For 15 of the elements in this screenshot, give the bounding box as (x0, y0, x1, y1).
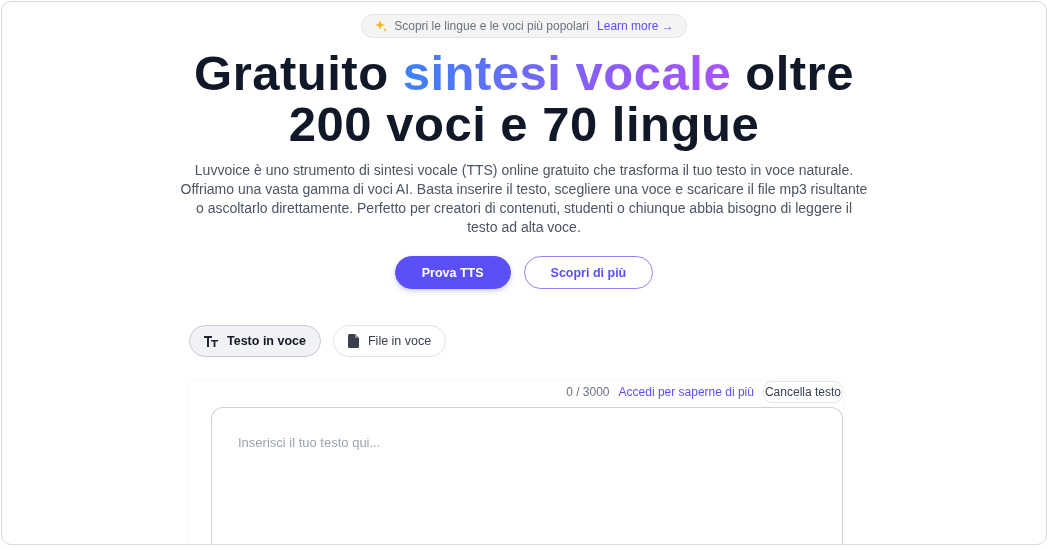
tab[interactable]: Testo in voce (189, 325, 321, 357)
description: Luvvoice è uno strumento di sintesi vocale (TTS) online gratuito che trasforma il tuo testo in voce naturale. Offriamo una vasta gamma di voci AI. Basta inserire il testo, scegliere una voce e scaricare il file mp3 risultante o ascoltarlo direttamente. Perfetto per creatori di contenuti, studenti o chiunque abbia bisogno di leggere il testo ad alta voce. (179, 161, 869, 237)
character-counter: 0 / 3000 (566, 385, 610, 399)
learn-button[interactable]: Scopri di più (523, 256, 654, 289)
file-icon (347, 334, 359, 348)
login-link[interactable]: Accedi per saperne di più (618, 385, 754, 399)
sparkle-icon (374, 19, 389, 33)
text-size-icon (204, 335, 218, 347)
headline: Gratuito sintesi vocale oltre 200 voci e 70 lingue (193, 48, 855, 150)
learn-more-link[interactable]: Learn more → (597, 19, 674, 33)
tab[interactable]: File in voce (332, 325, 447, 357)
announcement-text: Scopri le lingue e le voci più popolari (394, 19, 590, 33)
clear-text-button[interactable]: Cancella testo (762, 381, 843, 403)
try-button[interactable]: Prova TTS (394, 256, 511, 289)
text-input-field[interactable]: Inserisci il tuo testo qui... (211, 407, 843, 544)
